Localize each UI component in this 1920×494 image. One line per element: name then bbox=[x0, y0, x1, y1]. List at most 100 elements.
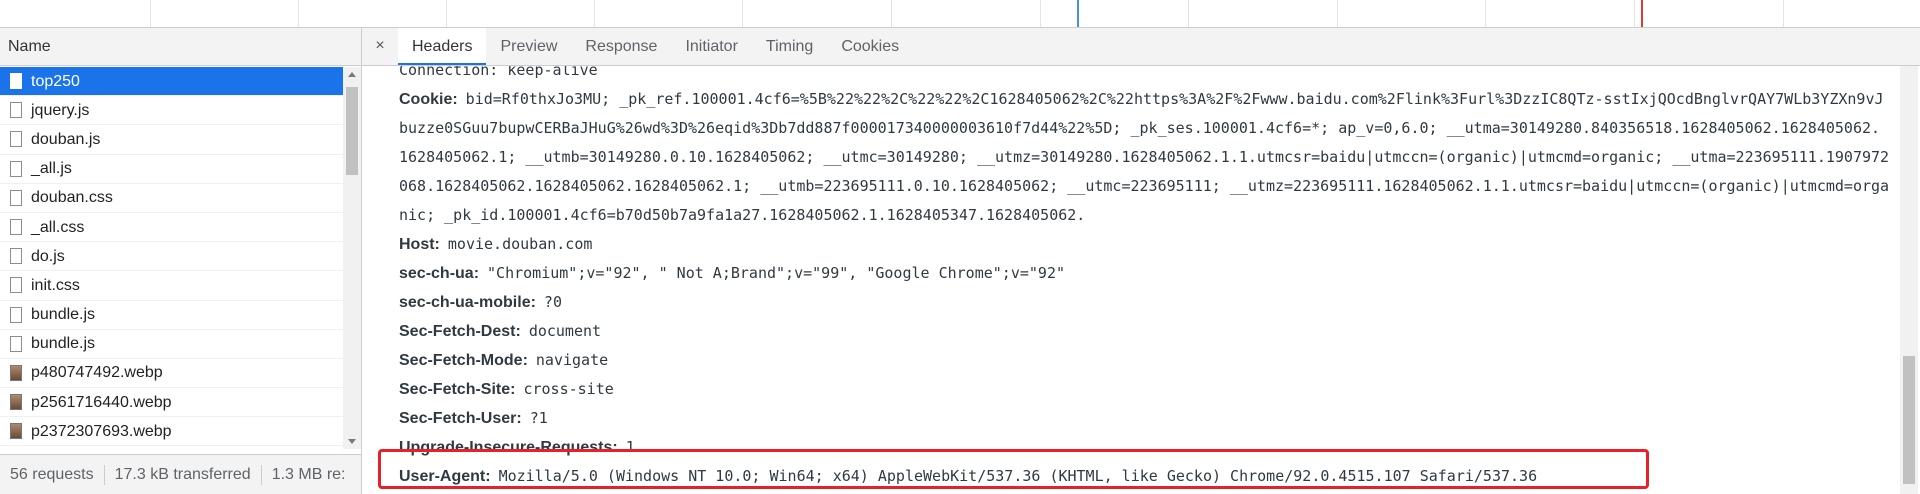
tab-response[interactable]: Response bbox=[571, 28, 671, 65]
request-name: p2372307693.webp bbox=[31, 422, 172, 440]
request-row[interactable]: do.js bbox=[0, 242, 343, 272]
header-row-cookie: Cookie: bid=Rf0thxJo3MU; _pk_ref.100001.4… bbox=[399, 85, 1889, 114]
image-icon bbox=[10, 423, 22, 440]
timeline-overview[interactable] bbox=[0, 0, 1920, 28]
header-key: Sec-Fetch-Site: bbox=[399, 381, 516, 398]
header-key: sec-ch-ua: bbox=[399, 265, 480, 282]
tab-cookies[interactable]: Cookies bbox=[827, 28, 913, 65]
header-row: Sec-Fetch-Site: cross-site bbox=[399, 375, 1889, 404]
header-value: cross-site bbox=[523, 380, 614, 398]
header-value: Mozilla/5.0 (Windows NT 10.0; Win64; x64… bbox=[498, 467, 1538, 485]
headers-scrollbar[interactable] bbox=[1900, 66, 1918, 494]
header-row: Host: movie.douban.com bbox=[399, 230, 1889, 259]
timeline-grid-line bbox=[1188, 0, 1189, 27]
timeline-grid-line bbox=[150, 0, 151, 27]
request-row[interactable]: p2561716440.webp bbox=[0, 388, 343, 418]
scrollbar-thumb[interactable] bbox=[346, 87, 358, 175]
dom-content-loaded-marker bbox=[1077, 0, 1079, 27]
request-name: _all.css bbox=[31, 218, 85, 236]
request-name: _all.js bbox=[31, 160, 72, 178]
stylesheet-icon bbox=[10, 277, 22, 294]
header-key: Sec-Fetch-Mode: bbox=[399, 352, 528, 369]
cookie-value-line: 1628405062.1; __utmb=30149280.0.10.16284… bbox=[399, 148, 1890, 166]
scroll-up-arrow-icon[interactable] bbox=[348, 72, 356, 77]
header-row: sec-ch-ua: "Chromium";v="92", " Not A;Bra… bbox=[399, 259, 1889, 288]
request-row[interactable]: _all.css bbox=[0, 213, 343, 243]
header-row: Sec-Fetch-User: ?1 bbox=[399, 404, 1889, 433]
name-column-header[interactable]: Name bbox=[0, 28, 361, 66]
header-row-partial: Connection: keep-alive bbox=[399, 66, 1889, 85]
request-row[interactable]: jquery.js bbox=[0, 96, 343, 126]
tab-timing[interactable]: Timing bbox=[752, 28, 827, 65]
timeline-grid-line bbox=[1040, 0, 1041, 27]
header-value: movie.douban.com bbox=[447, 235, 593, 253]
resources-size: 1.3 MB re: bbox=[271, 465, 346, 483]
timeline-grid-line bbox=[594, 0, 595, 27]
header-key: User-Agent: bbox=[399, 468, 491, 485]
network-summary-bar: 56 requests 17.3 kB transferred 1.3 MB r… bbox=[0, 454, 361, 494]
request-row[interactable]: init.css bbox=[0, 271, 343, 301]
request-name: top250 bbox=[31, 72, 80, 90]
header-row-user-agent: User-Agent: Mozilla/5.0 (Windows NT 10.0;… bbox=[399, 462, 1889, 491]
request-name: jquery.js bbox=[31, 101, 90, 119]
request-row[interactable]: p2372307693.webp bbox=[0, 417, 343, 447]
request-list-scrollbar[interactable] bbox=[343, 67, 361, 449]
close-icon[interactable]: × bbox=[362, 28, 398, 65]
image-icon bbox=[10, 364, 22, 381]
timeline-grid-line bbox=[1337, 0, 1338, 27]
script-icon bbox=[10, 131, 22, 148]
header-value: 1 bbox=[625, 438, 635, 456]
header-key: Sec-Fetch-User: bbox=[399, 410, 522, 427]
tab-headers[interactable]: Headers bbox=[398, 28, 487, 65]
request-row[interactable]: _all.js bbox=[0, 155, 343, 184]
cookie-value-line: nic; _pk_id.100001.4cf6=b70d50b7a9fa1a27… bbox=[399, 206, 1086, 224]
script-icon bbox=[10, 335, 22, 352]
stylesheet-icon bbox=[10, 219, 22, 236]
partial-header-text: Connection: keep-alive bbox=[399, 66, 598, 79]
header-value: bid=Rf0thxJo3MU; _pk_ref.100001.4cf6=%5B… bbox=[465, 90, 1884, 108]
cookie-value-line: buzze0SGuu7bupwCERBaJHuG%26wd%3D%26eqid%… bbox=[399, 119, 1881, 137]
scroll-down-arrow-icon[interactable] bbox=[348, 439, 356, 444]
request-count: 56 requests bbox=[10, 465, 94, 483]
header-row: Sec-Fetch-Dest: document bbox=[399, 317, 1889, 346]
request-name: do.js bbox=[31, 247, 65, 265]
transferred-size: 17.3 kB transferred bbox=[114, 465, 251, 483]
request-name: p480747492.webp bbox=[31, 364, 163, 382]
request-row[interactable]: douban.css bbox=[0, 184, 343, 213]
request-row[interactable]: top_movies.css bbox=[0, 446, 343, 449]
request-list-panel: Name top250 jquery.js douban.js _all.jsdoub… bbox=[0, 28, 362, 494]
header-key: Upgrade-Insecure-Requests: bbox=[399, 439, 618, 456]
request-name: init.css bbox=[31, 276, 80, 294]
stylesheet-icon bbox=[10, 189, 22, 206]
header-key: Sec-Fetch-Dest: bbox=[399, 323, 521, 340]
scrollbar-thumb[interactable] bbox=[1903, 356, 1915, 484]
request-row[interactable]: p480747492.webp bbox=[0, 359, 343, 389]
tab-initiator[interactable]: Initiator bbox=[671, 28, 751, 65]
request-row[interactable]: bundle.js bbox=[0, 330, 343, 359]
request-row[interactable]: bundle.js bbox=[0, 301, 343, 330]
header-value: "Chromium";v="92", " Not A;Brand";v="99"… bbox=[487, 264, 1065, 282]
timeline-grid-line bbox=[1485, 0, 1486, 27]
header-key: sec-ch-ua-mobile: bbox=[399, 294, 536, 311]
request-headers-view: Connection: keep-alive Cookie: bid=Rf0thx… bbox=[362, 66, 1900, 494]
script-icon bbox=[10, 306, 22, 323]
header-row: Sec-Fetch-Mode: navigate bbox=[399, 346, 1889, 375]
timeline-grid-line bbox=[298, 0, 299, 27]
request-name: douban.js bbox=[31, 130, 101, 148]
script-icon bbox=[10, 102, 22, 119]
header-value: ?1 bbox=[529, 409, 548, 427]
request-name: douban.css bbox=[31, 189, 113, 207]
request-details-panel: × Headers Preview Response Initiator Tim… bbox=[362, 28, 1920, 494]
request-row[interactable]: top250 bbox=[0, 67, 343, 97]
timeline-grid-line bbox=[1783, 0, 1784, 27]
tab-preview[interactable]: Preview bbox=[486, 28, 571, 65]
request-name: top_movies.css bbox=[31, 446, 141, 449]
script-icon bbox=[10, 160, 22, 177]
header-key: Cookie: bbox=[399, 91, 458, 108]
request-name: p2561716440.webp bbox=[31, 393, 172, 411]
request-list: top250 jquery.js douban.js _all.js douban.cs… bbox=[0, 67, 343, 449]
request-row[interactable]: douban.js bbox=[0, 125, 343, 155]
timeline-grid-line bbox=[1634, 0, 1635, 27]
request-name: bundle.js bbox=[31, 306, 96, 324]
timeline-grid-line bbox=[742, 0, 743, 27]
